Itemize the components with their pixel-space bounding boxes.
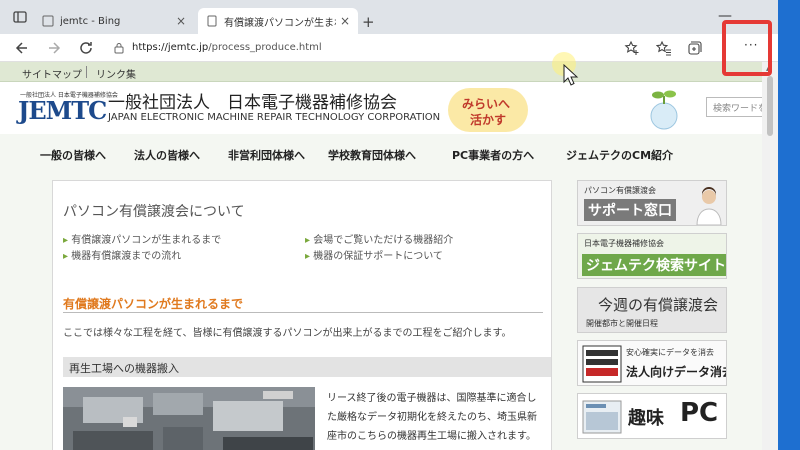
org-name: 一般社団法人 日本電子機器補修協会 — [108, 93, 397, 113]
tab-close-icon[interactable]: × — [176, 14, 186, 28]
site-logo[interactable]: JEMTC — [18, 96, 107, 125]
slogan-line: 活かす — [470, 113, 507, 127]
site-search-input[interactable]: 検索ワードを — [706, 97, 762, 117]
banner-support[interactable]: パソコン有償譲渡会 サポート窓口 — [577, 180, 727, 226]
banner-caption: 日本電子機器補修協会 — [584, 239, 664, 248]
banner-hobby-pc[interactable]: 趣味 PC — [577, 393, 727, 439]
links-link[interactable]: リンク集 — [96, 66, 136, 81]
site-header: 一般社団法人 日本電子機器補修協会 JEMTC 一般社団法人 日本電子機器補修協… — [0, 82, 762, 134]
favorites-icon[interactable] — [656, 40, 672, 56]
collections-icon[interactable] — [686, 40, 702, 56]
page-favicon-icon — [207, 15, 217, 27]
slogan-line: みらいへ — [462, 97, 511, 111]
content-link[interactable]: 機器の保証サポートについて — [305, 247, 443, 262]
browser-window: jemtc - Bing × 有償譲渡パソコンが生まれるまで × + — — [0, 0, 778, 450]
save-privacy-logo-icon — [582, 345, 622, 383]
add-favorite-icon[interactable] — [624, 40, 640, 56]
tab-bar: jemtc - Bing × 有償譲渡パソコンが生まれるまで × + — — [0, 0, 778, 34]
menu-item-pc-business[interactable]: PC事業者の方へ — [452, 138, 566, 172]
tab-active[interactable]: 有償譲渡パソコンが生まれるまで × — [198, 8, 358, 34]
factory-photo — [63, 387, 315, 450]
tab-actions-icon[interactable] — [12, 9, 28, 25]
divider — [63, 312, 543, 313]
banner-title: ジェムテク検索サイト — [582, 254, 726, 276]
banner-caption: 開催都市と開催日程 — [586, 319, 658, 328]
content-link[interactable]: 機器有償譲渡までの流れ — [63, 247, 181, 262]
scrollbar-thumb[interactable] — [767, 76, 773, 136]
lock-icon[interactable] — [114, 42, 124, 54]
intro-text: ここでは様々な工程を経て、皆様に有償譲渡するパソコンが出来上がるまでの工程をご紹… — [63, 328, 512, 339]
web-page: サイトマップ リンク集 一般社団法人 日本電子機器補修協会 JEMTC 一般社団… — [0, 62, 762, 450]
slogan-badge: みらいへ 活かす — [448, 88, 528, 132]
banner-title: 趣味 — [628, 408, 664, 429]
page-favicon-icon — [42, 15, 54, 27]
banner-title-pc: PC — [680, 398, 719, 428]
banner-weekly-event[interactable]: 今週の有償譲渡会 開催都市と開催日程 — [577, 287, 727, 333]
vertical-scrollbar[interactable]: ▲ — [762, 62, 778, 450]
menu-item-corporate[interactable]: 法人の皆様へ — [134, 138, 228, 172]
tab-close-icon[interactable]: × — [340, 14, 350, 28]
new-tab-button[interactable]: + — [362, 13, 375, 31]
section-heading: 有償譲渡パソコンが生まれるまで — [63, 297, 244, 311]
org-name-en: JAPAN ELECTRONIC MACHINE REPAIR TECHNOLO… — [108, 112, 441, 123]
banner-caption: パソコン有償譲渡会 — [584, 186, 656, 195]
annotation-highlight-box — [722, 20, 772, 76]
globe-sprout-icon — [650, 90, 678, 130]
address-bar: https://jemtc.jp/process_produce.html ··… — [0, 34, 778, 62]
tab-bing[interactable]: jemtc - Bing × — [34, 8, 194, 34]
banner-data-erasure[interactable]: 安心確実にデータを消去 法人向けデータ消去 — [577, 340, 727, 386]
main-menu: 一般の皆様へ 法人の皆様へ 非営利団体様へ 学校教育団体様へ PC事業者の方へ … — [40, 138, 730, 172]
menu-item-nonprofit[interactable]: 非営利団体様へ — [228, 138, 328, 172]
banner-caption: 安心確実にデータを消去 — [626, 348, 714, 357]
tab-label: jemtc - Bing — [60, 15, 121, 27]
content-link[interactable]: 会場でご覧いただける機器紹介 — [305, 231, 453, 246]
section-paragraph: リース終了後の電子機器は、国際基準に適合した厳格なデータ初期化を終えたのち、埼玉… — [327, 393, 537, 442]
content-title: パソコン有償譲渡会について — [63, 204, 245, 220]
support-person-icon — [696, 187, 722, 225]
back-arrow-icon[interactable] — [14, 40, 30, 56]
magazine-cover-icon — [582, 400, 622, 434]
url-text: https://jemtc.jp/process_produce.html — [132, 42, 322, 53]
banner-search-site[interactable]: 日本電子機器補修協会 ジェムテク検索サイト — [577, 233, 727, 279]
banner-title: 今週の有償譲渡会 — [598, 296, 719, 314]
banner-title: 法人向けデータ消去 — [626, 365, 727, 379]
tab-label: 有償譲渡パソコンが生まれるまで — [224, 17, 336, 29]
menu-item-cm[interactable]: ジェムテクのCM紹介 — [566, 138, 696, 172]
divider — [86, 66, 87, 78]
utility-links: サイトマップ リンク集 — [0, 62, 762, 82]
menu-item-schools[interactable]: 学校教育団体様へ — [328, 138, 452, 172]
refresh-icon[interactable] — [78, 40, 94, 56]
banner-title: サポート窓口 — [584, 199, 676, 221]
subsection-heading: 再生工場への機器搬入 — [63, 357, 551, 377]
content-link[interactable]: 有償譲渡パソコンが生まれるまで — [63, 231, 221, 246]
forward-arrow-icon[interactable] — [46, 40, 62, 56]
menu-item-general[interactable]: 一般の皆様へ — [40, 138, 134, 172]
mouse-cursor-icon — [563, 64, 579, 86]
main-content: パソコン有償譲渡会について 有償譲渡パソコンが生まれるまで 会場でご覧いただける… — [52, 180, 552, 450]
sitemap-link[interactable]: サイトマップ — [22, 66, 82, 81]
